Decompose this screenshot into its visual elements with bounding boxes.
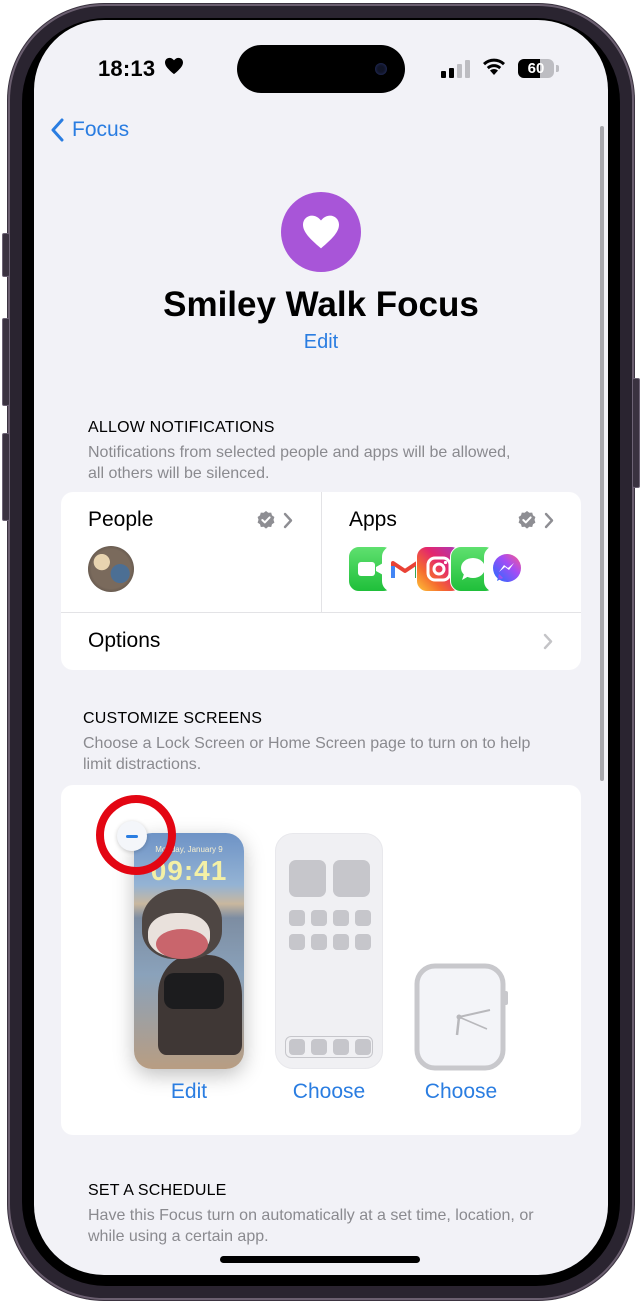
back-button[interactable]: Focus: [50, 118, 129, 142]
screen: 18:13 60 Focus Smiley Walk Focus Edit AL…: [34, 20, 608, 1275]
app-placeholder: [355, 934, 371, 950]
checkmark-seal-icon: [518, 511, 536, 529]
app-placeholder: [355, 910, 371, 926]
widget-placeholder: [333, 860, 370, 897]
notifications-card: People Apps Options: [61, 492, 581, 670]
customize-screens-heading: CUSTOMIZE SCREENS: [83, 710, 263, 727]
app-placeholder: [289, 1039, 305, 1055]
battery-percent: 60: [527, 60, 545, 77]
home-indicator[interactable]: [220, 1256, 420, 1263]
battery-tip: [556, 65, 559, 72]
allow-notifications-heading: ALLOW NOTIFICATIONS: [88, 419, 275, 436]
volume-down-button: [2, 433, 10, 521]
app-placeholder: [355, 1039, 371, 1055]
edit-focus-button[interactable]: Edit: [34, 331, 608, 354]
choose-watch-face-button[interactable]: Choose: [411, 1080, 511, 1104]
status-time: 18:13: [98, 56, 156, 81]
app-placeholder: [333, 910, 349, 926]
schedule-heading: SET A SCHEDULE: [88, 1182, 227, 1199]
dog-photo-harness: [164, 973, 224, 1009]
allow-notifications-description: Notifications from selected people and a…: [88, 444, 511, 482]
schedule-description: Have this Focus turn on automatically at…: [88, 1207, 534, 1245]
edit-lock-screen-button[interactable]: Edit: [149, 1080, 229, 1104]
app-placeholder: [333, 1039, 349, 1055]
minus-icon: [126, 834, 138, 838]
heart-icon: [303, 215, 339, 249]
contact-avatar[interactable]: [88, 546, 134, 592]
apps-cell[interactable]: Apps: [321, 492, 582, 612]
app-placeholder: [289, 934, 305, 950]
people-label: People: [88, 508, 154, 531]
messenger-app-icon: [484, 546, 530, 592]
battery-icon: 60: [518, 59, 554, 78]
chevron-right-icon: [543, 633, 553, 650]
focus-icon: [281, 192, 361, 272]
customize-screens-description: Choose a Lock Screen or Home Screen page…: [83, 735, 531, 773]
screens-card: Monday, January 9 09:41 Edit Choose Choo…: [61, 785, 581, 1135]
remove-lock-screen-button[interactable]: [117, 821, 147, 851]
back-label: Focus: [72, 118, 130, 141]
home-screen-preview[interactable]: [275, 833, 383, 1069]
options-label: Options: [88, 629, 161, 652]
apps-label: Apps: [349, 508, 397, 531]
side-power-button: [632, 378, 640, 488]
widget-placeholder: [289, 860, 326, 897]
dynamic-island: [237, 45, 405, 93]
dock-placeholder: [285, 1036, 373, 1058]
action-button: [2, 233, 10, 277]
camera-icon: [375, 63, 387, 75]
app-placeholder: [289, 910, 305, 926]
app-placeholder: [311, 934, 327, 950]
page-title: Smiley Walk Focus: [163, 285, 479, 324]
choose-home-screen-button[interactable]: Choose: [279, 1080, 379, 1104]
checkmark-seal-icon: [257, 511, 275, 529]
dog-photo-mouth: [156, 929, 208, 959]
chevron-right-icon: [544, 512, 554, 529]
app-placeholder: [311, 910, 327, 926]
apple-watch-icon: [414, 963, 508, 1071]
heart-icon: [164, 57, 184, 81]
volume-up-button: [2, 318, 10, 406]
chevron-left-icon: [51, 118, 64, 142]
allowed-apps: [348, 546, 538, 594]
cellular-signal-icon: [441, 60, 470, 78]
app-placeholder: [333, 934, 349, 950]
people-cell[interactable]: People: [61, 492, 321, 612]
watch-face-preview[interactable]: [414, 963, 508, 1071]
options-row[interactable]: Options: [61, 613, 581, 670]
app-placeholder: [311, 1039, 327, 1055]
scrollbar[interactable]: [600, 126, 604, 781]
wifi-icon: [481, 56, 507, 81]
chevron-right-icon: [283, 512, 293, 529]
